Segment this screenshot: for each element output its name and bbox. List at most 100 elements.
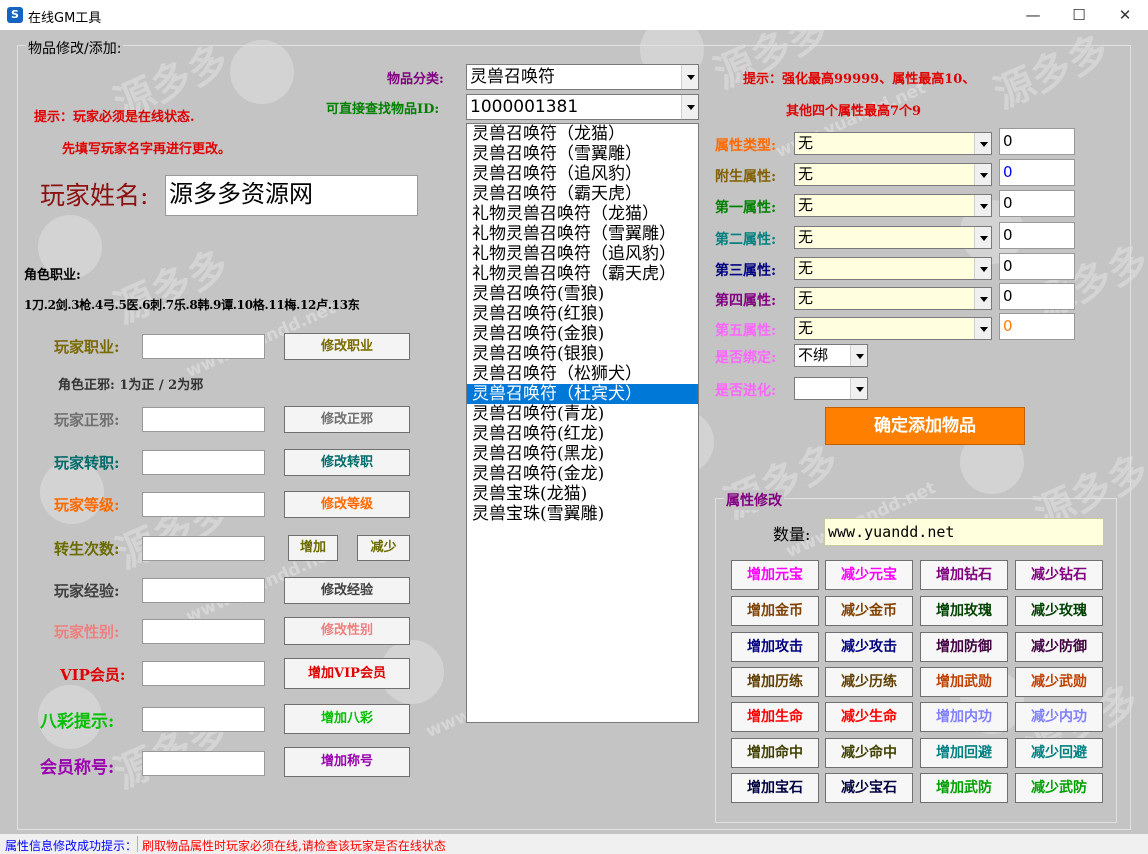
job-input[interactable]	[142, 334, 265, 359]
list-item[interactable]: 灵兽召唤符(金龙)	[467, 464, 698, 484]
maximize-button[interactable]: ☐	[1056, 0, 1102, 30]
attribute-value-input[interactable]: 0	[999, 283, 1075, 310]
attribute-select[interactable]: 无	[794, 317, 992, 340]
quantity-input[interactable]: www.yuandd.net	[824, 518, 1104, 546]
chevron-down-icon[interactable]	[974, 133, 991, 154]
list-item[interactable]: 灵兽召唤符(红狼)	[467, 304, 698, 324]
property-button[interactable]: 增加武勋	[920, 667, 1008, 697]
list-item[interactable]: 礼物灵兽召唤符（霸天虎）	[467, 264, 698, 284]
gender-input[interactable]	[142, 619, 265, 644]
attribute-select[interactable]: 无	[794, 287, 992, 310]
job-change-input[interactable]	[142, 450, 265, 475]
category-select[interactable]: 灵兽召唤符	[466, 64, 699, 90]
list-item[interactable]: 礼物灵兽召唤符（追风豹）	[467, 244, 698, 264]
evolve-select[interactable]	[794, 377, 868, 400]
property-button[interactable]: 减少钻石	[1015, 560, 1103, 590]
property-button[interactable]: 增加宝石	[731, 773, 819, 803]
modify-level-button[interactable]: 修改等级	[284, 491, 410, 518]
add-vip-button[interactable]: 增加VIP会员	[284, 658, 410, 689]
attribute-select[interactable]: 无	[794, 257, 992, 280]
vip-input[interactable]	[142, 661, 265, 686]
attribute-select[interactable]: 无	[794, 132, 992, 155]
modify-gender-button[interactable]: 修改性别	[284, 617, 410, 645]
modify-job-button[interactable]: 修改职业	[284, 333, 410, 360]
property-button[interactable]: 减少元宝	[825, 560, 913, 590]
minimize-button[interactable]: —	[1010, 0, 1056, 30]
player-name-input[interactable]: 源多多资源网	[165, 175, 418, 216]
close-button[interactable]: ✕	[1102, 0, 1148, 30]
property-button[interactable]: 减少宝石	[825, 773, 913, 803]
property-button[interactable]: 减少武勋	[1015, 667, 1103, 697]
list-item[interactable]: 灵兽召唤符（追风豹）	[467, 164, 698, 184]
list-item[interactable]: 灵兽召唤符（雪翼雕）	[467, 144, 698, 164]
list-item[interactable]: 礼物灵兽召唤符（龙猫）	[467, 204, 698, 224]
member-title-input[interactable]	[142, 751, 265, 776]
bind-select[interactable]: 不绑	[794, 344, 868, 367]
property-button[interactable]: 减少防御	[1015, 632, 1103, 662]
attribute-select[interactable]: 无	[794, 226, 992, 249]
list-item[interactable]: 灵兽召唤符(黑龙)	[467, 444, 698, 464]
list-item[interactable]: 灵兽召唤符(银狼)	[467, 344, 698, 364]
attribute-select[interactable]: 无	[794, 163, 992, 186]
attribute-value-input[interactable]: 0	[999, 253, 1075, 280]
list-item[interactable]: 灵兽召唤符（松狮犬）	[467, 364, 698, 384]
rebirth-decrease-button[interactable]: 减少	[357, 535, 410, 561]
property-button[interactable]: 减少攻击	[825, 632, 913, 662]
chevron-down-icon[interactable]	[974, 227, 991, 248]
level-input[interactable]	[142, 492, 265, 517]
property-button[interactable]: 增加钻石	[920, 560, 1008, 590]
item-listbox[interactable]: 灵兽召唤符（龙猫） 灵兽召唤符（雪翼雕） 灵兽召唤符（追风豹） 灵兽召唤符（霸天虎）礼…	[466, 123, 699, 723]
property-button[interactable]: 增加命中	[731, 738, 819, 768]
list-item[interactable]: 灵兽召唤符(雪狼)	[467, 284, 698, 304]
modify-job-change-button[interactable]: 修改转职	[284, 449, 410, 476]
list-item[interactable]: 灵兽召唤符(红龙)	[467, 424, 698, 444]
property-button[interactable]: 增加攻击	[731, 632, 819, 662]
attribute-select[interactable]: 无	[794, 194, 992, 217]
attribute-value-input[interactable]: 0	[999, 128, 1075, 155]
chevron-down-icon[interactable]	[974, 288, 991, 309]
property-button[interactable]: 增加金币	[731, 596, 819, 626]
list-item[interactable]: 灵兽宝珠(雪翼雕)	[467, 504, 698, 524]
property-button[interactable]: 减少武防	[1015, 773, 1103, 803]
color-hint-input[interactable]	[142, 707, 265, 732]
chevron-down-icon[interactable]	[681, 65, 698, 89]
property-button[interactable]: 增加武防	[920, 773, 1008, 803]
property-button[interactable]: 减少历练	[825, 667, 913, 697]
chevron-down-icon[interactable]	[974, 258, 991, 279]
list-item[interactable]: 灵兽召唤符(青龙)	[467, 404, 698, 424]
add-member-title-button[interactable]: 增加称号	[284, 747, 410, 777]
attribute-value-input[interactable]: 0	[999, 222, 1075, 249]
property-button[interactable]: 减少命中	[825, 738, 913, 768]
list-item[interactable]: 灵兽宝珠(龙猫)	[467, 484, 698, 504]
list-item[interactable]: 礼物灵兽召唤符（雪翼雕）	[467, 224, 698, 244]
property-button[interactable]: 减少生命	[825, 702, 913, 732]
property-button[interactable]: 减少内功	[1015, 702, 1103, 732]
add-color-hint-button[interactable]: 增加八彩	[284, 704, 410, 734]
chevron-down-icon[interactable]	[850, 345, 867, 366]
property-button[interactable]: 减少金币	[825, 596, 913, 626]
property-button[interactable]: 增加回避	[920, 738, 1008, 768]
chevron-down-icon[interactable]	[850, 378, 867, 399]
property-button[interactable]: 增加内功	[920, 702, 1008, 732]
attribute-value-input[interactable]: 0	[999, 190, 1075, 217]
attribute-value-input[interactable]: 0	[999, 313, 1075, 340]
property-button[interactable]: 减少玫瑰	[1015, 596, 1103, 626]
list-item[interactable]: 灵兽召唤符（杜宾犬）	[467, 384, 698, 404]
modify-alignment-button[interactable]: 修改正邪	[284, 406, 410, 433]
list-item[interactable]: 灵兽召唤符（霸天虎）	[467, 184, 698, 204]
confirm-add-item-button[interactable]: 确定添加物品	[825, 407, 1025, 445]
property-button[interactable]: 增加防御	[920, 632, 1008, 662]
property-button[interactable]: 增加元宝	[731, 560, 819, 590]
alignment-input[interactable]	[142, 407, 265, 432]
modify-exp-button[interactable]: 修改经验	[284, 577, 410, 604]
chevron-down-icon[interactable]	[681, 95, 698, 119]
property-button[interactable]: 增加玫瑰	[920, 596, 1008, 626]
rebirth-input[interactable]	[142, 536, 265, 561]
attribute-value-input[interactable]: 0	[999, 159, 1075, 186]
chevron-down-icon[interactable]	[974, 195, 991, 216]
exp-input[interactable]	[142, 578, 265, 603]
list-item[interactable]: 灵兽召唤符(金狼)	[467, 324, 698, 344]
chevron-down-icon[interactable]	[974, 164, 991, 185]
property-button[interactable]: 增加生命	[731, 702, 819, 732]
rebirth-increase-button[interactable]: 增加	[288, 535, 338, 561]
